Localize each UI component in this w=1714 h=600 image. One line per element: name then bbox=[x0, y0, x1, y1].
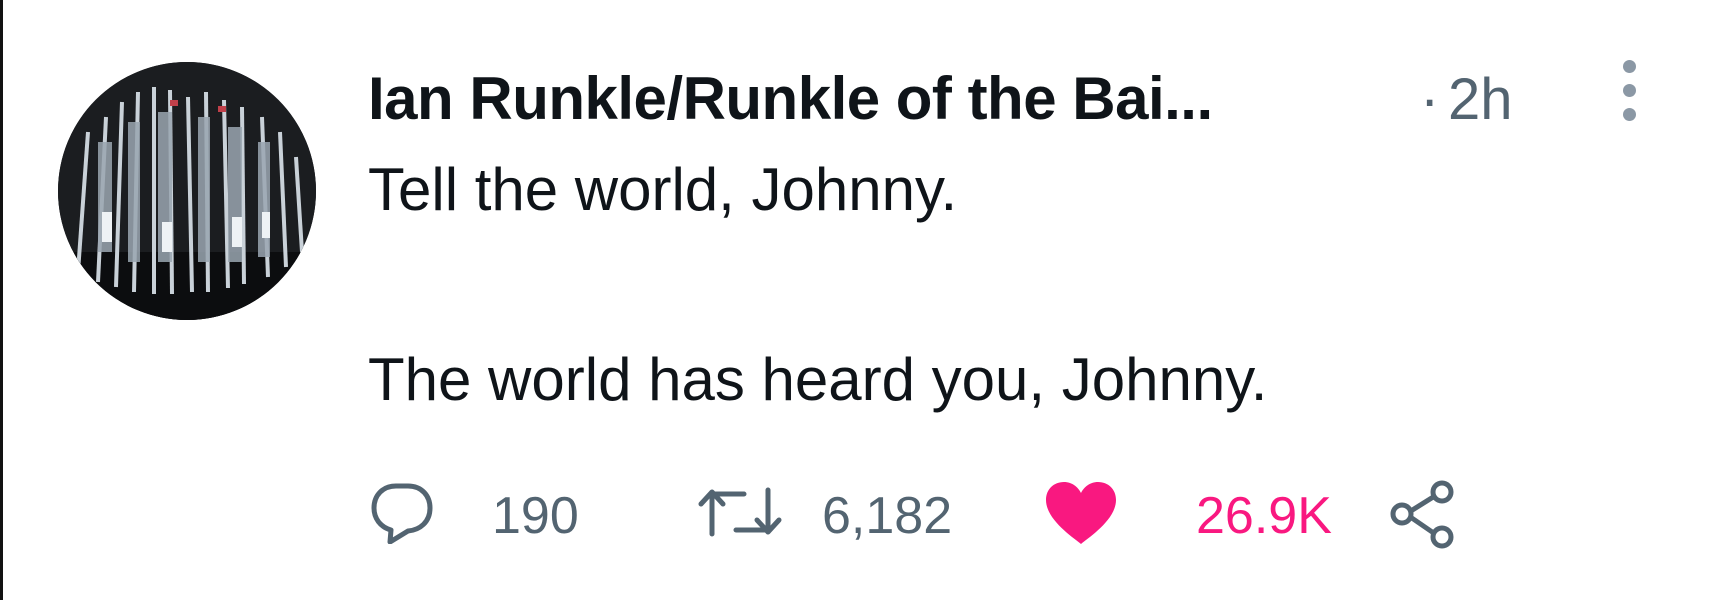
tweet-text-line-1: Tell the world, Johnny. bbox=[368, 156, 958, 223]
timestamp[interactable]: 2h bbox=[1448, 66, 1513, 133]
retweet-button[interactable]: 6,182 bbox=[698, 470, 998, 560]
tweet-actions-bar: 190 6,182 26.9K bbox=[368, 470, 1468, 560]
time-separator: · bbox=[1420, 67, 1440, 132]
avatar[interactable] bbox=[58, 62, 316, 320]
retweet-arrows-icon bbox=[698, 487, 782, 537]
reply-button[interactable]: 190 bbox=[368, 470, 598, 560]
speech-bubble-icon bbox=[371, 483, 433, 544]
tweet-header: Ian Runkle/Runkle of the Bai... · 2h bbox=[368, 58, 1668, 138]
vertical-ellipsis-icon[interactable] bbox=[1612, 58, 1648, 132]
like-count: 26.9K bbox=[1196, 487, 1332, 545]
share-button[interactable] bbox=[1388, 470, 1478, 560]
reply-count: 190 bbox=[492, 487, 579, 545]
window-edge bbox=[0, 0, 3, 600]
avatar-image bbox=[58, 62, 316, 320]
like-button[interactable]: 26.9K bbox=[1044, 470, 1344, 560]
heart-filled-icon bbox=[1046, 482, 1116, 544]
tweet-text-line-2: The world has heard you, Johnny. bbox=[368, 346, 1268, 413]
share-nodes-icon bbox=[1390, 480, 1454, 549]
retweet-count: 6,182 bbox=[822, 487, 953, 545]
author-name[interactable]: Ian Runkle/Runkle of the Bai... bbox=[368, 64, 1213, 133]
